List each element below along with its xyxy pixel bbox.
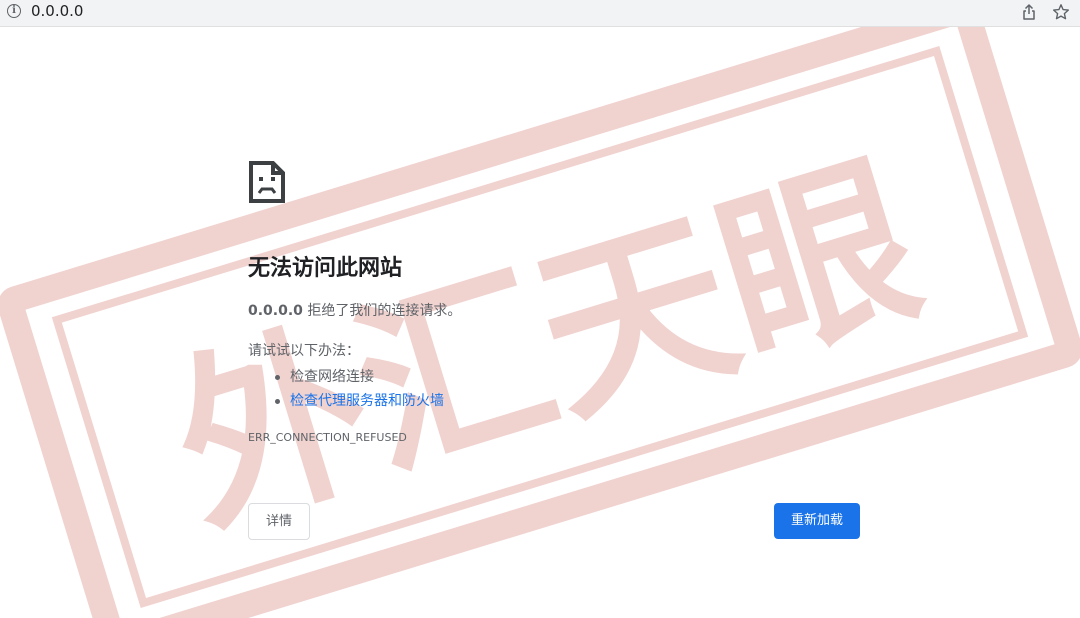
suggestion-text: 检查网络连接 (290, 369, 374, 385)
suggestions-list: 检查网络连接 检查代理服务器和防火墙 (271, 365, 444, 413)
star-icon[interactable] (1052, 3, 1070, 21)
watermark-stamp: 外汇天眼 (0, 27, 1080, 618)
error-code: ERR_CONNECTION_REFUSED (248, 431, 407, 444)
suggestions-header: 请试试以下办法： (248, 343, 360, 359)
summary-text: 拒绝了我们的连接请求。 (302, 303, 462, 319)
page-title: 无法访问此网站 (248, 256, 403, 281)
error-summary: 0.0.0.0 拒绝了我们的连接请求。 (248, 301, 461, 321)
address-bar: i 0.0.0.0 (0, 0, 1080, 27)
summary-host: 0.0.0.0 (248, 303, 303, 319)
share-icon[interactable] (1020, 3, 1038, 21)
list-item: 检查代理服务器和防火墙 (271, 389, 444, 413)
sad-file-icon (249, 161, 285, 203)
bullet-icon (275, 399, 280, 404)
list-item: 检查网络连接 (271, 365, 444, 389)
reload-button[interactable]: 重新加载 (774, 503, 860, 539)
proxy-firewall-link[interactable]: 检查代理服务器和防火墙 (290, 393, 444, 409)
details-button[interactable]: 详情 (248, 503, 310, 540)
bullet-icon (275, 375, 280, 380)
info-icon[interactable]: i (7, 4, 21, 18)
url-text[interactable]: 0.0.0.0 (31, 2, 83, 20)
